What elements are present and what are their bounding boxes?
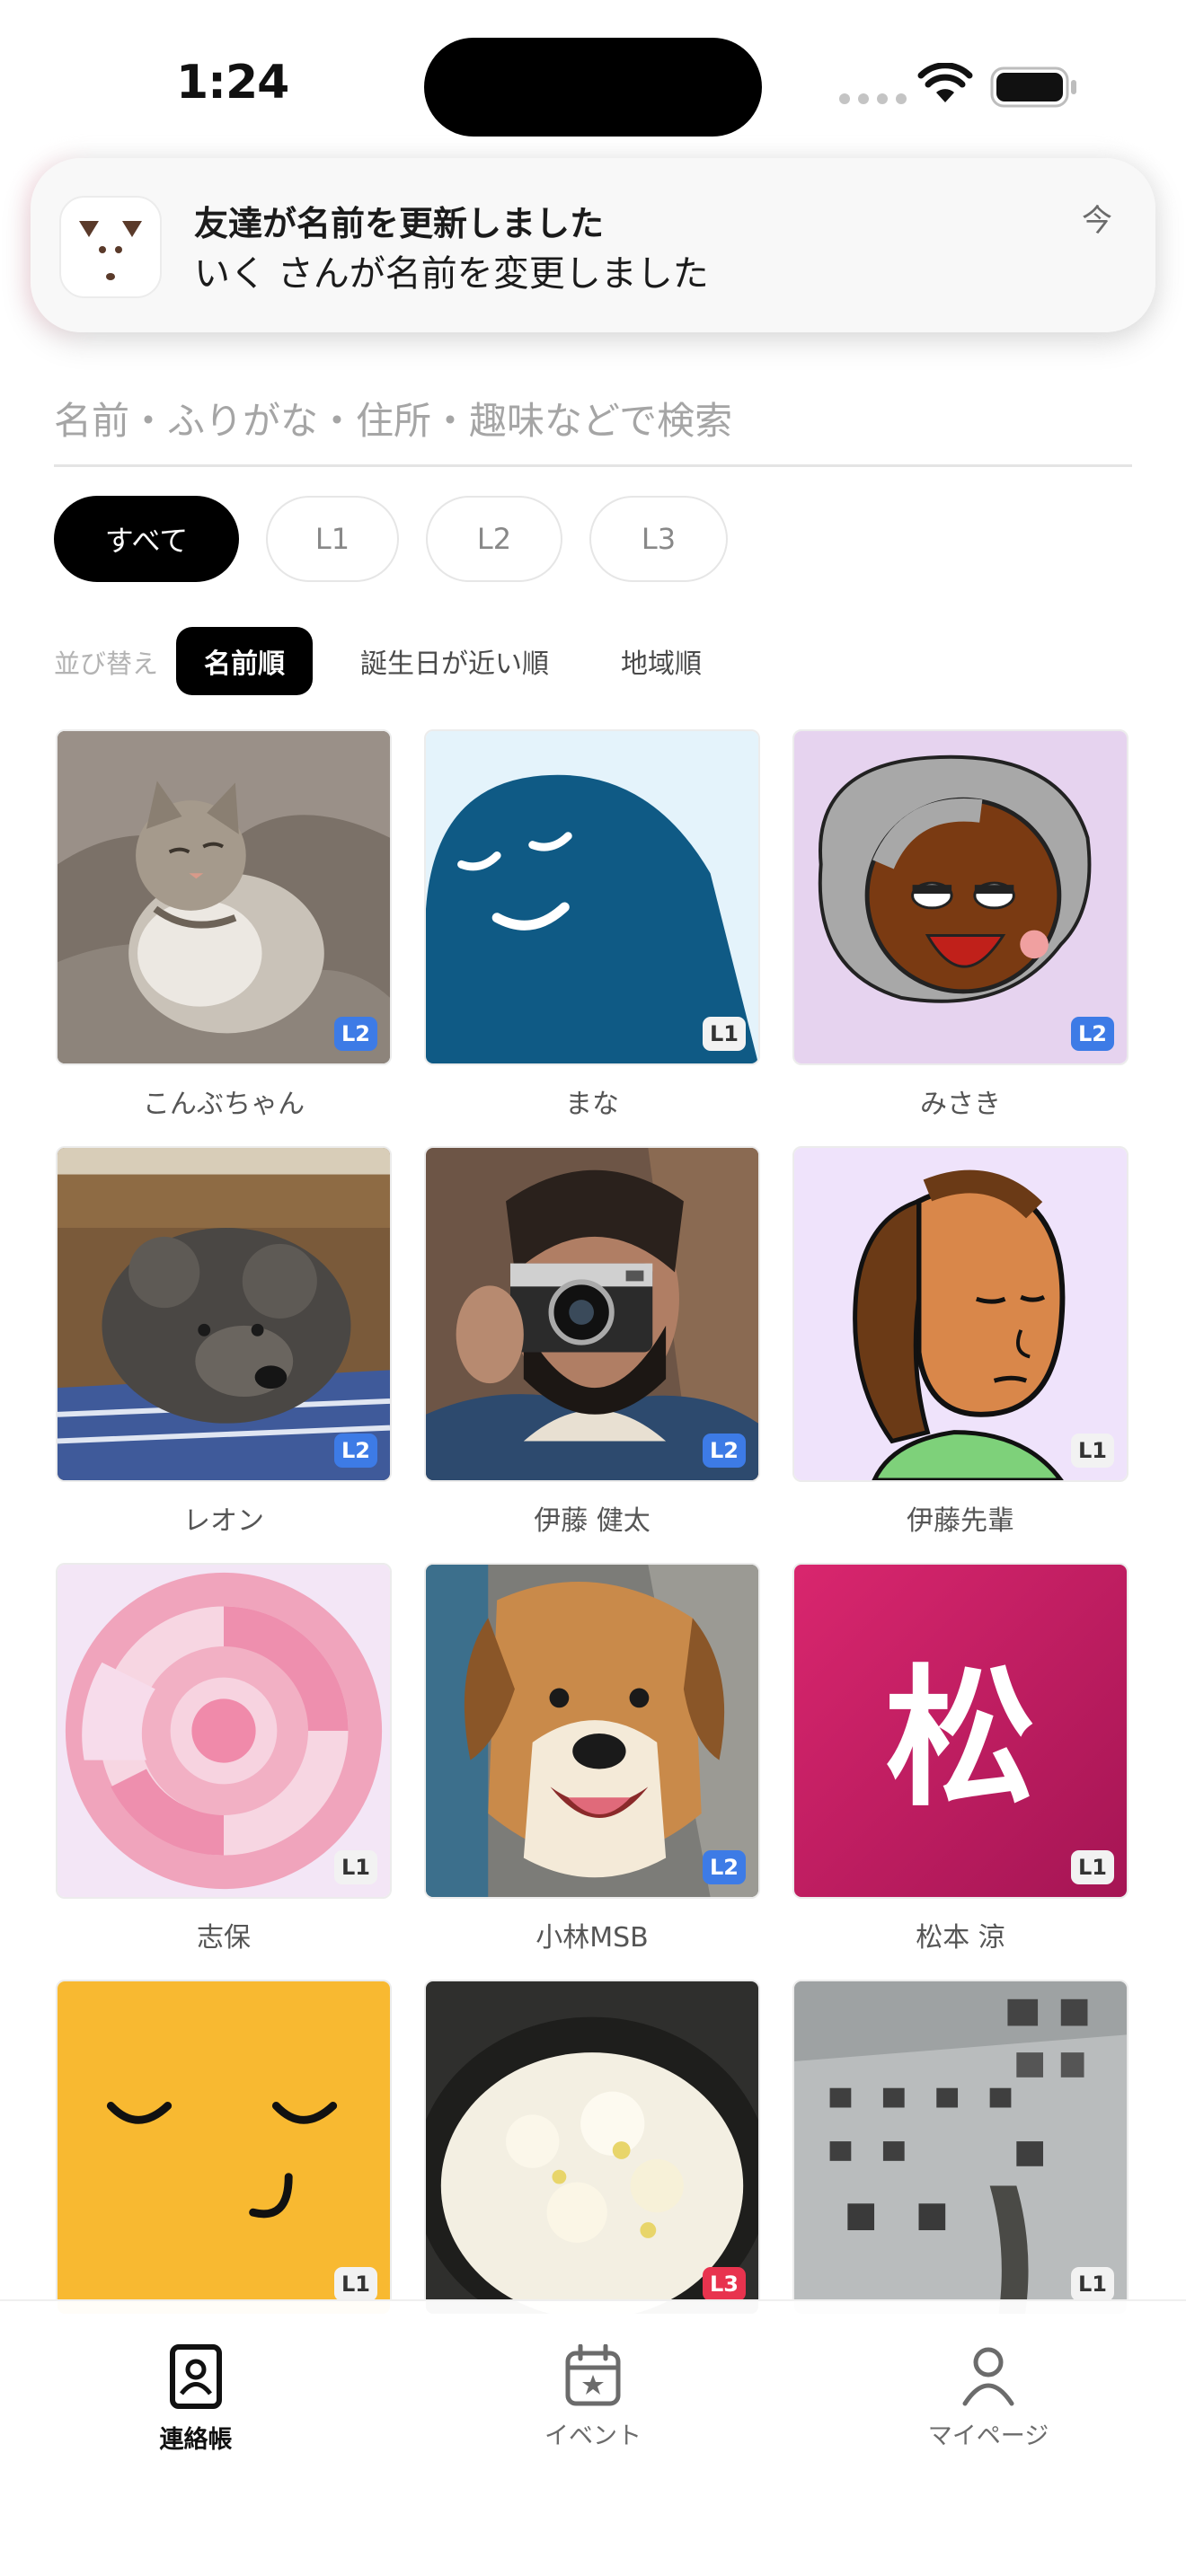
level-badge: L2 bbox=[1071, 1017, 1114, 1051]
avatar: L2 bbox=[424, 1563, 760, 1899]
contact-name: 伊藤先輩 bbox=[907, 1505, 1014, 1537]
contact-name: 小林MSB bbox=[535, 1922, 649, 1954]
notification-title: 友達が名前を更新しました bbox=[194, 204, 605, 243]
level-badge: L1 bbox=[1071, 1850, 1114, 1884]
app-icon bbox=[59, 196, 162, 298]
tab-contacts[interactable]: 連絡帳 bbox=[88, 2344, 304, 2455]
person-icon bbox=[962, 2347, 1014, 2406]
contact-card[interactable]: L2 小林MSB bbox=[424, 1563, 760, 1954]
contact-card[interactable]: L2 みさき bbox=[792, 729, 1128, 1120]
level-badge: L2 bbox=[334, 1017, 377, 1051]
filter-chip-all[interactable]: すべて bbox=[54, 496, 239, 582]
contact-name: まな bbox=[565, 1089, 619, 1120]
level-badge: L2 bbox=[703, 1850, 746, 1884]
notification-time: 今 bbox=[1082, 203, 1112, 239]
wifi-icon bbox=[917, 63, 973, 102]
contact-name: 伊藤 健太 bbox=[534, 1505, 651, 1537]
notification-body: いく さんが名前を変更しました bbox=[194, 253, 709, 295]
contact-card[interactable]: 松 L1 松本 涼 bbox=[792, 1563, 1128, 1954]
sort-by-name-button[interactable]: 名前順 bbox=[176, 627, 313, 695]
notification-banner[interactable]: 友達が名前を更新しました いく さんが名前を変更しました 今 bbox=[31, 158, 1155, 332]
avatar: L1 bbox=[792, 1146, 1128, 1482]
contact-card[interactable]: L1 志保 bbox=[56, 1563, 392, 1954]
calendar-star-icon bbox=[565, 2344, 621, 2406]
avatar: L1 bbox=[56, 1980, 392, 2316]
cellular-signal-icon bbox=[839, 93, 907, 104]
tab-label: イベント bbox=[544, 2422, 642, 2450]
contact-card[interactable]: L2 レオン bbox=[56, 1146, 392, 1537]
level-badge: L1 bbox=[334, 1850, 377, 1884]
tab-label: 連絡帳 bbox=[159, 2426, 233, 2454]
level-badge: L1 bbox=[1071, 1434, 1114, 1468]
search-input[interactable] bbox=[54, 377, 1132, 467]
tab-label: マイページ bbox=[927, 2422, 1049, 2450]
contact-card[interactable]: L1 伊藤先輩 bbox=[792, 1146, 1128, 1537]
avatar: 松 L1 bbox=[792, 1563, 1128, 1899]
sort-label: 並び替え bbox=[54, 648, 159, 679]
sort-by-region-button[interactable]: 地域順 bbox=[598, 627, 724, 695]
dynamic-island bbox=[424, 38, 762, 137]
contact-name: 志保 bbox=[197, 1922, 251, 1954]
sort-by-birthday-button[interactable]: 誕生日が近い順 bbox=[338, 627, 571, 695]
contact-name: 松本 涼 bbox=[916, 1922, 1005, 1954]
contacts-book-icon bbox=[170, 2344, 222, 2409]
contact-card[interactable]: L2 こんぶちゃん bbox=[56, 729, 392, 1120]
avatar: L1 bbox=[792, 1980, 1128, 2316]
avatar: L1 bbox=[56, 1563, 392, 1899]
contact-card[interactable]: L2 伊藤 健太 bbox=[424, 1146, 760, 1537]
filter-chip-l1[interactable]: L1 bbox=[266, 496, 399, 582]
filter-chip-l3[interactable]: L3 bbox=[589, 496, 728, 582]
contact-name: レオン bbox=[183, 1505, 264, 1537]
level-badge: L1 bbox=[334, 2267, 377, 2301]
avatar: L2 bbox=[56, 1146, 392, 1482]
contact-name: こんぶちゃん bbox=[142, 1089, 305, 1120]
battery-icon bbox=[990, 66, 1076, 108]
tab-mypage[interactable]: マイページ bbox=[881, 2344, 1096, 2451]
level-badge: L2 bbox=[703, 1434, 746, 1468]
status-time: 1:24 bbox=[176, 56, 289, 110]
avatar-initial: 松 bbox=[885, 1650, 1036, 1827]
level-badge: L1 bbox=[1071, 2267, 1114, 2301]
level-badge: L2 bbox=[334, 1434, 377, 1468]
filter-chip-l2[interactable]: L2 bbox=[426, 496, 562, 582]
avatar: L2 bbox=[792, 729, 1128, 1065]
level-badge: L1 bbox=[703, 1017, 746, 1051]
level-badge: L3 bbox=[703, 2267, 746, 2301]
tab-events[interactable]: イベント bbox=[485, 2344, 701, 2451]
tab-bar: 連絡帳 イベント マイページ bbox=[0, 2299, 1186, 2576]
avatar: L3 bbox=[424, 1980, 760, 2316]
contact-name: みさき bbox=[920, 1089, 1001, 1120]
avatar: L2 bbox=[424, 1146, 760, 1482]
avatar: L2 bbox=[56, 729, 392, 1065]
contact-card[interactable]: L1 まな bbox=[424, 729, 760, 1120]
avatar: L1 bbox=[424, 729, 760, 1065]
